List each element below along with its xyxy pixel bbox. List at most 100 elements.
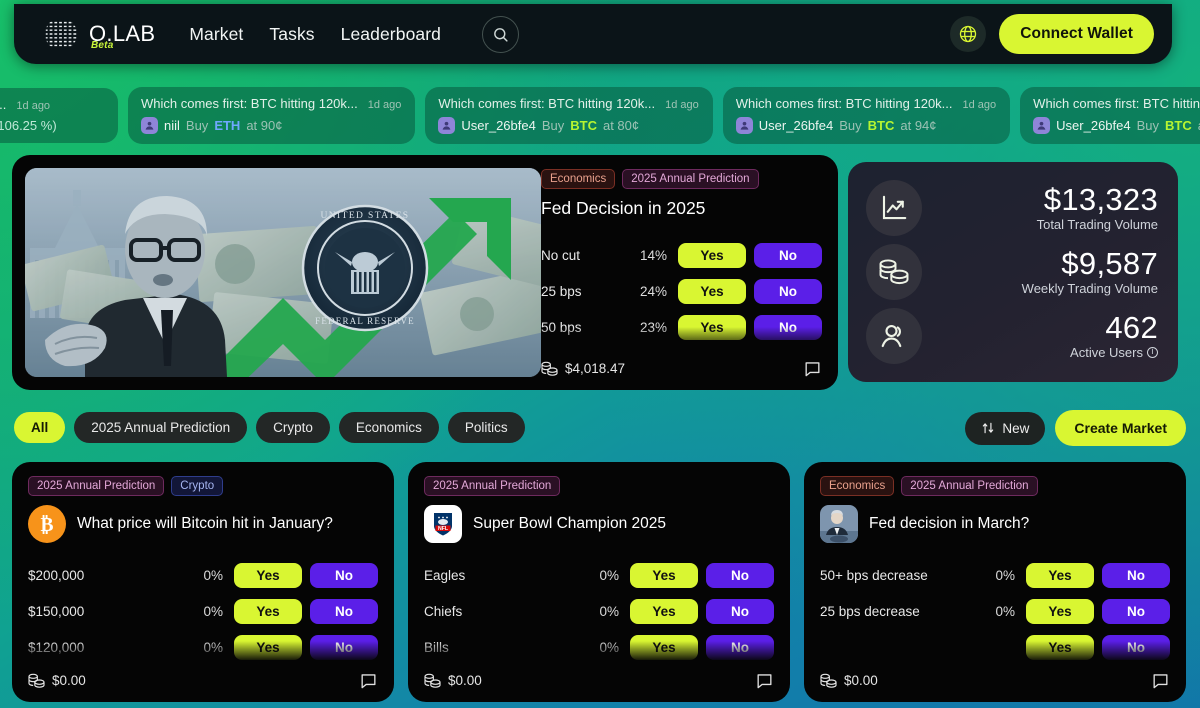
category-tag[interactable]: 2025 Annual Prediction [622,169,759,189]
bet-no-button[interactable]: No [754,314,822,340]
connect-wallet-button[interactable]: Connect Wallet [999,14,1154,54]
nav-links: Market Tasks Leaderboard [189,15,519,53]
bet-yes-button[interactable]: Yes [678,314,746,340]
svg-text:₿: ₿ [40,515,53,536]
bet-no-button[interactable]: No [706,562,774,588]
bet-yes-button[interactable]: Yes [1026,634,1094,660]
ticker-user: User_26bfe4 [461,117,536,133]
market-card[interactable]: 2025 Annual Prediction Crypto ₿ What pric… [12,462,394,702]
outcome-name: Eagles [424,567,466,583]
market-card-footer: $0.00 [820,671,1170,690]
bet-yes-button[interactable]: Yes [630,634,698,660]
ticker-user: User_26bfe4 [758,117,834,133]
outcome-percentage: 14% [639,247,667,263]
ticker-price: at 90¢ [246,117,283,133]
category-filter-bar[interactable]: All 2025 Annual Prediction Crypto Economics… [14,412,525,443]
outcome-name: No cut [541,247,581,263]
bet-yes-button[interactable]: Yes [630,598,698,624]
ticker-item[interactable]: Which comes first: BTC hitting 120k... 1… [425,86,713,144]
bet-no-button[interactable]: No [310,562,378,588]
stat-icon-wrapper [866,308,922,364]
outcome-row: $120,000 0% Yes No [28,629,378,665]
market-card-grid: 2025 Annual Prediction Crypto ₿ What pric… [12,462,1188,702]
stat-label: Weekly Trading Volume [1021,281,1158,297]
bet-yes-button[interactable]: Yes [234,562,302,588]
market-outcome-list[interactable]: 50+ bps decrease 0% Yes No 25 bps decrea… [820,557,1170,667]
comment-icon[interactable] [1151,671,1170,690]
category-tag[interactable]: 2025 Annual Prediction [901,476,1038,496]
coins-icon [424,673,441,688]
category-tag[interactable]: Economics [541,169,616,189]
market-card[interactable]: Economics 2025 Annual Prediction Fed deci… [804,462,1186,702]
bet-no-button[interactable]: No [754,242,822,268]
olab-logo-icon [45,17,77,51]
bet-no-button[interactable]: No [310,634,378,660]
create-market-button[interactable]: Create Market [1055,410,1186,446]
comment-icon[interactable] [803,359,822,378]
market-card[interactable]: 2025 Annual Prediction NFL Super Bowl Ch… [408,462,790,702]
category-tag[interactable]: Economics [820,476,895,496]
featured-volume-value: $4,018.47 [565,361,626,376]
filter-chip-all[interactable]: All [14,412,66,443]
stat-value: $13,323 [1043,181,1158,217]
brand-logo[interactable]: O.LAB Beta [42,15,155,53]
market-outcome-list[interactable]: $200,000 0% Yes No $150,000 0% Yes No $1… [28,557,378,667]
bet-no-button[interactable]: No [706,634,774,660]
globe-icon [960,25,977,43]
outcome-percentage: 0% [599,639,619,655]
bet-no-button[interactable]: No [1102,634,1170,660]
featured-market-title: Fed Decision in 2025 [541,198,706,218]
ticker-symbol: ETH [214,117,241,133]
brand-beta-label: Beta [91,40,114,51]
outcome-name: $150,000 [28,603,85,619]
ticker-item[interactable]: Which comes first: BTC hitting 120k... U… [1020,86,1200,144]
market-outcome-list[interactable]: Eagles 0% Yes No Chiefs 0% Yes No Bills … [424,557,774,667]
filter-chip-economics[interactable]: Economics [338,412,439,443]
sort-button[interactable]: New [965,411,1046,445]
ticker-item[interactable]: ...0k... 1d ago 0¢(+106.25 %) [0,87,118,143]
featured-outcome-list[interactable]: No cut 14% Yes No 25 bps 24% Yes No 50 b… [541,237,822,353]
stat-icon-wrapper [866,244,922,300]
stat-weekly-trading-volume: $9,587 Weekly Trading Volume [866,240,1158,304]
filter-chip-crypto[interactable]: Crypto [256,412,330,443]
category-tag[interactable]: 2025 Annual Prediction [28,476,165,496]
featured-market-card[interactable]: UNITED STATES FEDERAL RESERVE Economics … [12,155,838,390]
featured-tag-row: Economics 2025 Annual Prediction [541,169,822,189]
featured-market-details: Economics 2025 Annual Prediction Fed Deci… [541,155,838,390]
featured-card-footer: $4,018.47 [541,359,822,378]
bet-yes-button[interactable]: Yes [1026,562,1094,588]
bet-yes-button[interactable]: Yes [630,562,698,588]
live-trades-ticker[interactable]: ...0k... 1d ago 0¢(+106.25 %) Which come… [0,84,1200,146]
nav-link-tasks[interactable]: Tasks [269,24,314,45]
ticker-item[interactable]: Which comes first: BTC hitting 120k... 1… [722,86,1011,144]
category-tag[interactable]: Crypto [171,476,224,496]
comment-icon[interactable] [359,671,378,690]
bet-yes-button[interactable]: Yes [678,278,746,304]
filter-chip-2025-annual-prediction[interactable]: 2025 Annual Prediction [74,412,248,443]
ticker-timestamp: 1d ago [665,98,699,111]
nav-link-market[interactable]: Market [189,24,243,45]
comment-icon[interactable] [755,671,774,690]
bet-yes-button[interactable]: Yes [234,598,302,624]
bet-no-button[interactable]: No [1102,598,1170,624]
bet-no-button[interactable]: No [706,598,774,624]
bet-no-button[interactable]: No [754,278,822,304]
filter-chip-politics[interactable]: Politics [447,412,525,443]
bet-no-button[interactable]: No [310,598,378,624]
language-button[interactable] [950,16,987,52]
nav-link-leaderboard[interactable]: Leaderboard [341,24,441,45]
ticker-user: User_26bfe4 [1056,117,1131,133]
ticker-item[interactable]: Which comes first: BTC hitting 120k... 1… [128,86,416,144]
category-tag[interactable]: 2025 Annual Prediction [424,476,561,496]
bet-yes-button[interactable]: Yes [234,634,302,660]
outcome-row: 25 bps 24% Yes No [541,273,822,309]
info-icon[interactable] [1147,346,1158,359]
market-card-footer: $0.00 [424,671,774,690]
bet-yes-button[interactable]: Yes [678,242,746,268]
nfl-logo-icon: NFL [424,505,462,543]
search-button[interactable] [482,15,519,53]
bet-yes-button[interactable]: Yes [1026,598,1094,624]
bet-no-button[interactable]: No [1102,562,1170,588]
ticker-action: Buy [839,117,862,133]
outcome-name: 25 bps [541,283,582,299]
